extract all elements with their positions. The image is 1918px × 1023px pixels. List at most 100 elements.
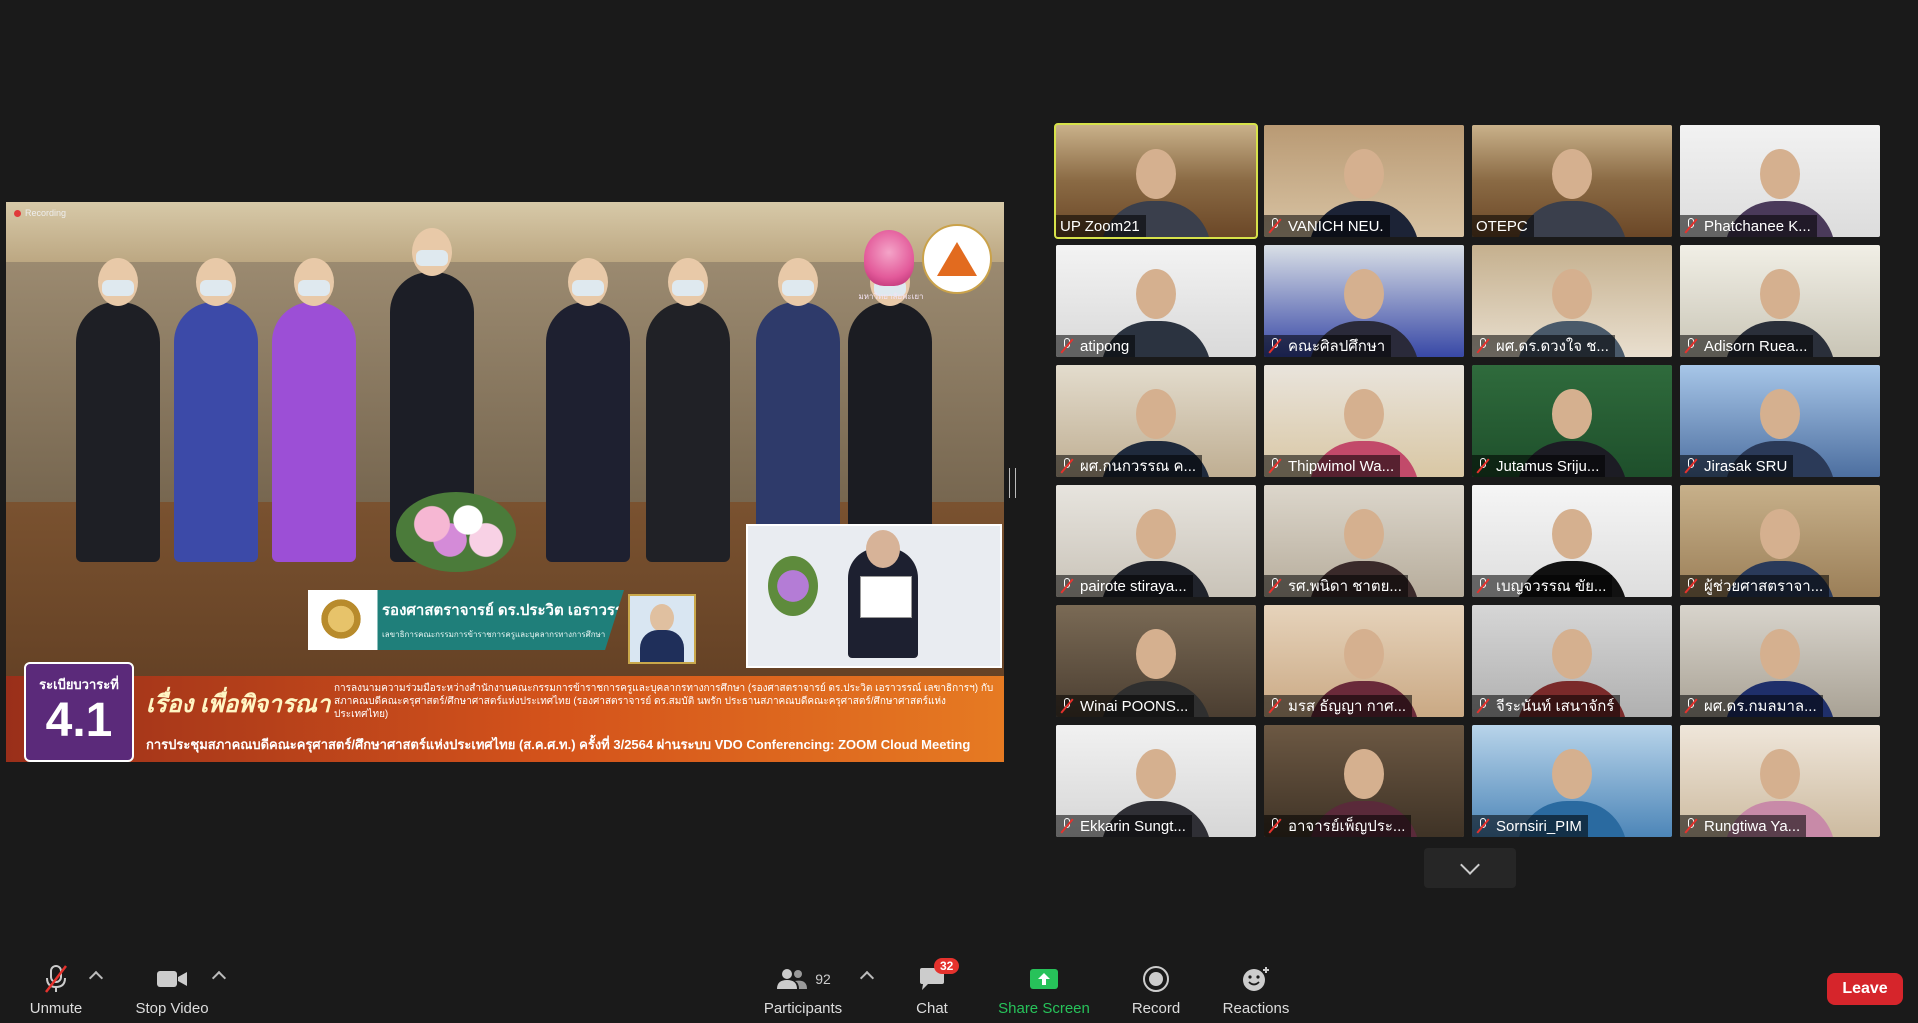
participant-tile[interactable]: รศ.พนิดา ชาตย... — [1264, 485, 1464, 597]
participant-name: ผศ.ดร.กมลมาล... — [1704, 698, 1817, 715]
mic-muted-icon — [1060, 338, 1074, 354]
photo-person — [546, 258, 630, 562]
participant-face — [1552, 149, 1592, 199]
participant-face — [1552, 629, 1592, 679]
mic-muted-icon — [1268, 218, 1282, 234]
mic-muted-icon — [1684, 578, 1698, 594]
participant-tile[interactable]: UP Zoom21 — [1054, 123, 1258, 239]
participant-tile[interactable]: Jutamus Sriju... — [1472, 365, 1672, 477]
agenda-topic: เรื่อง เพื่อพิจารณา — [146, 691, 331, 718]
participant-tile[interactable]: Rungtiwa Ya... — [1680, 725, 1880, 837]
participant-tile[interactable]: ผู้ช่วยศาสตราจา... — [1680, 485, 1880, 597]
mic-muted-icon — [1684, 218, 1698, 234]
participant-tile[interactable]: atipong — [1056, 245, 1256, 357]
participants-options-caret-icon[interactable] — [859, 970, 875, 986]
participant-name-label: Sornsiri_PIM — [1472, 815, 1588, 837]
mic-muted-icon — [1476, 458, 1490, 474]
photo-person — [756, 258, 840, 562]
leave-button[interactable]: Leave — [1827, 973, 1903, 1005]
participant-name-label: pairote stiraya... — [1056, 575, 1193, 597]
participant-name: เบญจวรรณ ขัย... — [1496, 578, 1607, 595]
participant-name-label: VANICH NEU. — [1264, 215, 1390, 237]
meeting-line: การประชุมสภาคณบดีคณะครุศาสตร์/ศึกษาศาสตร… — [146, 737, 971, 752]
chat-label: Chat — [916, 1000, 948, 1017]
mic-muted-icon — [1060, 818, 1074, 834]
participant-tile[interactable]: Sornsiri_PIM — [1472, 725, 1672, 837]
recording-indicator: Recording — [14, 208, 66, 218]
participant-tile[interactable]: Phatchanee K... — [1680, 125, 1880, 237]
flower-arrangement — [396, 492, 516, 572]
record-label: Record — [1131, 1000, 1181, 1017]
mic-muted-icon — [1268, 458, 1282, 474]
mic-muted-icon — [1268, 698, 1282, 714]
photo-person — [174, 258, 258, 562]
participant-name-label: Rungtiwa Ya... — [1680, 815, 1807, 837]
participant-name: คณะศิลปศึกษา — [1288, 338, 1386, 355]
participant-face — [1760, 749, 1800, 799]
chat-button[interactable]: 32 Chat — [904, 955, 960, 1023]
participant-name: Jirasak SRU — [1704, 457, 1788, 475]
record-button[interactable]: Record — [1124, 955, 1188, 1023]
participant-face — [1760, 389, 1800, 439]
mic-muted-icon — [1476, 578, 1490, 594]
mic-muted-icon — [1060, 578, 1074, 594]
participant-name: UP Zoom21 — [1060, 217, 1140, 235]
mic-muted-icon — [1476, 338, 1490, 354]
participant-name: Phatchanee K... — [1704, 217, 1811, 235]
participant-face — [1760, 149, 1800, 199]
mic-muted-icon — [1684, 818, 1698, 834]
participants-icon: 92 — [775, 964, 831, 994]
participant-tile[interactable]: มรส ธัญญา กาศ... — [1264, 605, 1464, 717]
participant-tile[interactable]: Thipwimol Wa... — [1264, 365, 1464, 477]
gallery-next-page-button[interactable] — [1424, 848, 1516, 888]
unmute-label: Unmute — [29, 1000, 83, 1017]
participant-name-label: Adisorn Ruea... — [1680, 335, 1814, 357]
participant-name: Rungtiwa Ya... — [1704, 817, 1801, 835]
participant-face — [1344, 389, 1384, 439]
logo-caption: มหาวิทยาลัยพะเยา — [858, 292, 924, 301]
mic-muted-icon — [1476, 698, 1490, 714]
participant-tile[interactable]: VANICH NEU. — [1264, 125, 1464, 237]
participant-tile[interactable]: จีระนันท์ เสนาจักร์ — [1472, 605, 1672, 717]
participant-tile[interactable]: Ekkarin Sungt... — [1056, 725, 1256, 837]
participant-tile[interactable]: อาจารย์เพ็ญประ... — [1264, 725, 1464, 837]
nameplate-name: รองศาสตราจารย์ ดร.ประวิต เอราวรรณ์ — [382, 602, 637, 619]
participant-name: Sornsiri_PIM — [1496, 817, 1582, 835]
mic-muted-icon — [1268, 578, 1282, 594]
participant-name-label: จีระนันท์ เสนาจักร์ — [1472, 695, 1621, 717]
share-screen-button[interactable]: Share Screen — [994, 955, 1094, 1023]
participant-name: ผู้ช่วยศาสตราจา... — [1704, 578, 1824, 595]
participant-tile[interactable]: ผศ.กนกวรรณ ค... — [1056, 365, 1256, 477]
participant-tile[interactable]: เบญจวรรณ ขัย... — [1472, 485, 1672, 597]
participants-button[interactable]: 92 Participants — [758, 955, 848, 1023]
video-camera-icon — [156, 964, 188, 994]
participant-tile[interactable]: OTEPC — [1472, 125, 1672, 237]
participant-tile[interactable]: ผศ.ดร.กมลมาล... — [1680, 605, 1880, 717]
participant-tile[interactable]: Jirasak SRU — [1680, 365, 1880, 477]
participant-tile[interactable]: pairote stiraya... — [1056, 485, 1256, 597]
participant-name: จีระนันท์ เสนาจักร์ — [1496, 698, 1615, 715]
stop-video-button[interactable]: Stop Video — [132, 955, 212, 1023]
participant-name-label: ผศ.ดร.ดวงใจ ช... — [1472, 335, 1615, 357]
unmute-button[interactable]: Unmute — [22, 955, 90, 1023]
participant-face — [1760, 509, 1800, 559]
photo-person — [76, 258, 160, 562]
participant-tile[interactable]: คณะศิลปศึกษา — [1264, 245, 1464, 357]
participant-face — [1552, 509, 1592, 559]
reactions-button[interactable]: Reactions — [1218, 955, 1294, 1023]
participant-tile[interactable]: Winai POONS... — [1056, 605, 1256, 717]
mic-muted-icon — [1684, 338, 1698, 354]
participant-tile[interactable]: Adisorn Ruea... — [1680, 245, 1880, 357]
participant-face — [1552, 749, 1592, 799]
chevron-down-icon — [1460, 855, 1480, 875]
agenda-number-box: ระเบียบวาระที่ 4.1 — [24, 662, 134, 762]
audio-options-caret-icon[interactable] — [88, 970, 104, 986]
participant-tile[interactable]: ผศ.ดร.ดวงใจ ช... — [1472, 245, 1672, 357]
participant-name: ผศ.กนกวรรณ ค... — [1080, 458, 1197, 475]
agenda-description: การลงนามความร่วมมือระหว่างสำนักงานคณะกรร… — [334, 683, 994, 720]
participant-face — [1344, 149, 1384, 199]
participant-face — [1136, 149, 1176, 199]
view-splitter-handle[interactable] — [1009, 468, 1016, 498]
share-screen-icon — [1029, 964, 1059, 994]
video-options-caret-icon[interactable] — [211, 970, 227, 986]
